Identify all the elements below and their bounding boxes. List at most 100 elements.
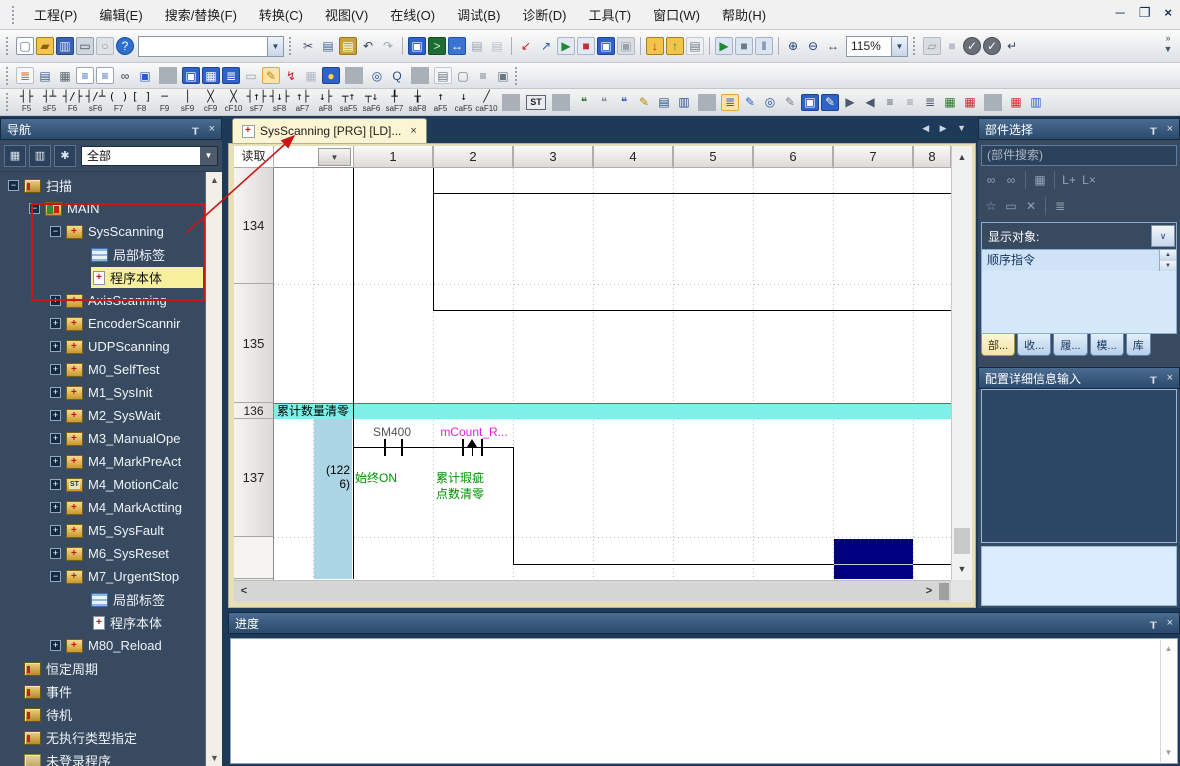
- help-icon[interactable]: ?: [116, 37, 134, 55]
- find-edit-icon[interactable]: ✎: [781, 94, 799, 111]
- undo-icon[interactable]: ↶: [359, 37, 377, 55]
- separator[interactable]: [511, 37, 512, 55]
- restore-button[interactable]: ❐: [1139, 4, 1151, 22]
- toolbar-overflow[interactable]: »▼: [1160, 33, 1176, 55]
- ladder-symbol-button[interactable]: ╁saF8: [406, 90, 429, 115]
- menu-item[interactable]: 工具(T): [577, 1, 642, 28]
- tab-sysscanning[interactable]: SysScanning [PRG] [LD]... ×: [232, 118, 427, 143]
- pin-icon[interactable]: ┰: [192, 123, 199, 135]
- ladder-symbol-button[interactable]: ↓├aF8: [314, 90, 337, 115]
- tree-expander-icon[interactable]: [29, 203, 40, 214]
- tree-expander-icon[interactable]: [8, 180, 19, 191]
- new-file-icon[interactable]: ▢: [16, 37, 34, 55]
- device-eye-icon[interactable]: ●: [322, 67, 340, 84]
- progress-content[interactable]: ▲▼: [230, 638, 1178, 764]
- zoom-out-icon[interactable]: ⊖: [804, 37, 822, 55]
- tab-scroll-buttons[interactable]: ◀ ▶ ▼: [922, 123, 970, 134]
- label-add-icon[interactable]: L+: [1060, 171, 1078, 189]
- minimize-button[interactable]: ─: [1116, 4, 1125, 22]
- editor-horizontal-scrollbar[interactable]: < >: [234, 580, 951, 602]
- device-monitor-icon[interactable]: ▣: [408, 37, 426, 55]
- check-1-icon[interactable]: ✓: [963, 37, 981, 55]
- row-insert-icon[interactable]: ▦: [941, 94, 959, 111]
- tree-item-standby[interactable]: 待机: [0, 703, 205, 726]
- tree-item-local-label[interactable]: 局部标签: [0, 243, 205, 266]
- ladder-symbol-button[interactable]: ┤/├F6: [61, 90, 84, 115]
- tree-item-main[interactable]: MAIN: [0, 197, 205, 220]
- gray-grid-icon[interactable]: ▦: [302, 67, 320, 84]
- tree-item-m4-motioncalc[interactable]: M4_MotionCalc: [0, 473, 205, 496]
- window-2-icon[interactable]: ▣: [494, 67, 512, 84]
- ladder-symbol-button[interactable]: ╳cF10: [222, 90, 245, 115]
- device-q-icon[interactable]: Q: [388, 67, 406, 84]
- menu-item[interactable]: 编辑(E): [88, 1, 153, 28]
- tree-expander-icon[interactable]: [50, 410, 61, 421]
- list-view-icon[interactable]: ≡: [76, 67, 94, 84]
- separator[interactable]: [1025, 171, 1026, 189]
- window-icon[interactable]: ▢: [454, 67, 472, 84]
- tree-expander-icon[interactable]: [50, 525, 61, 536]
- tree-expander-icon[interactable]: [50, 295, 61, 306]
- tree-expander-icon[interactable]: [50, 456, 61, 467]
- device-grid-icon[interactable]: ▦: [202, 67, 220, 84]
- tree-item-fixed-cycle[interactable]: 恒定周期: [0, 657, 205, 680]
- row-delete-icon[interactable]: ▦: [961, 94, 979, 111]
- tree-expander-icon[interactable]: [50, 548, 61, 559]
- menu-item[interactable]: 调试(B): [446, 1, 511, 28]
- form-icon[interactable]: ▤: [434, 67, 452, 84]
- align-bottom-icon[interactable]: ≡: [901, 94, 919, 111]
- tree-item-sysscanning[interactable]: SysScanning: [0, 220, 205, 243]
- menu-item[interactable]: 窗口(W): [642, 1, 711, 28]
- ladder-symbol-button[interactable]: ↓caF5: [452, 90, 475, 115]
- ladder-symbol-button[interactable]: ┬↑saF5: [337, 90, 360, 115]
- parts-list[interactable]: [982, 271, 1176, 333]
- tree-item-encoderscanning[interactable]: EncoderScannir: [0, 312, 205, 335]
- read-from-plc-icon[interactable]: ↗: [537, 37, 555, 55]
- monitor-pause-icon[interactable]: ‖: [755, 37, 773, 55]
- zoom-in-icon[interactable]: ⊕: [784, 37, 802, 55]
- sort-icon[interactable]: ≣: [1051, 197, 1069, 215]
- pin-icon[interactable]: ┰: [1150, 372, 1157, 384]
- module-config-icon[interactable]: ▤: [36, 67, 54, 84]
- menu-item[interactable]: 诊断(D): [511, 1, 577, 28]
- wire-insert-icon[interactable]: ≣: [721, 94, 739, 111]
- wire-edit-icon[interactable]: ✎: [741, 94, 759, 111]
- jump-doc-icon[interactable]: ▤: [686, 37, 704, 55]
- tree-collapse-icon[interactable]: ▥: [29, 145, 51, 167]
- contact-sm400[interactable]: [384, 439, 386, 456]
- progress-scrollbar[interactable]: ▲▼: [1160, 640, 1176, 762]
- verify-stop-icon[interactable]: ■: [577, 37, 595, 55]
- menu-item[interactable]: 在线(O): [379, 1, 446, 28]
- device-edit-blue-icon[interactable]: ✎: [821, 94, 839, 111]
- jump-read-icon[interactable]: ↑: [666, 37, 684, 55]
- contact-mcount[interactable]: [462, 439, 464, 456]
- tree-item-scan[interactable]: 扫描: [0, 174, 205, 197]
- tree-item-m7-urgentstop[interactable]: M7_UrgentStop: [0, 565, 205, 588]
- ladder-grid[interactable]: 累计数量清零 (1226) SM400 始终ON: [274, 168, 951, 580]
- settings-gear-icon[interactable]: ✱: [54, 145, 76, 167]
- tree-item-axisscanning[interactable]: AxisScanning: [0, 289, 205, 312]
- list-view-2-icon[interactable]: ≡: [96, 67, 114, 84]
- tree-expander-icon[interactable]: [50, 433, 61, 444]
- tree-filter-combo[interactable]: 全部▼: [81, 146, 218, 166]
- align-top-icon[interactable]: ≡: [881, 94, 899, 111]
- tree-item-m2-syswait[interactable]: M2_SysWait: [0, 404, 205, 427]
- statement-edit-icon[interactable]: ❝: [615, 94, 633, 111]
- jump-write-icon[interactable]: ↓: [646, 37, 664, 55]
- ladder-symbol-button[interactable]: ↑├aF7: [291, 90, 314, 115]
- monitor-start-icon[interactable]: ▶: [715, 37, 733, 55]
- gray-box-icon[interactable]: ■: [943, 37, 961, 55]
- tree-item-event[interactable]: 事件: [0, 680, 205, 703]
- card-gray-icon[interactable]: ▭: [242, 67, 260, 84]
- tree-item-m6-sysreset[interactable]: M6_SysReset: [0, 542, 205, 565]
- monitor-window-icon[interactable]: ▣: [136, 67, 154, 84]
- ladder-symbol-button[interactable]: ┤├F5: [15, 90, 38, 115]
- separator[interactable]: [159, 67, 177, 84]
- tree-expander-icon[interactable]: [50, 387, 61, 398]
- block-right-icon[interactable]: ▶: [841, 94, 859, 111]
- ladder-symbol-button[interactable]: ╳cF9: [199, 90, 222, 115]
- tree-item-m1-sysinit[interactable]: M1_SysInit: [0, 381, 205, 404]
- separator[interactable]: [1054, 171, 1055, 189]
- check-2-icon[interactable]: ✓: [983, 37, 1001, 55]
- pin-icon[interactable]: ┰: [1150, 617, 1157, 629]
